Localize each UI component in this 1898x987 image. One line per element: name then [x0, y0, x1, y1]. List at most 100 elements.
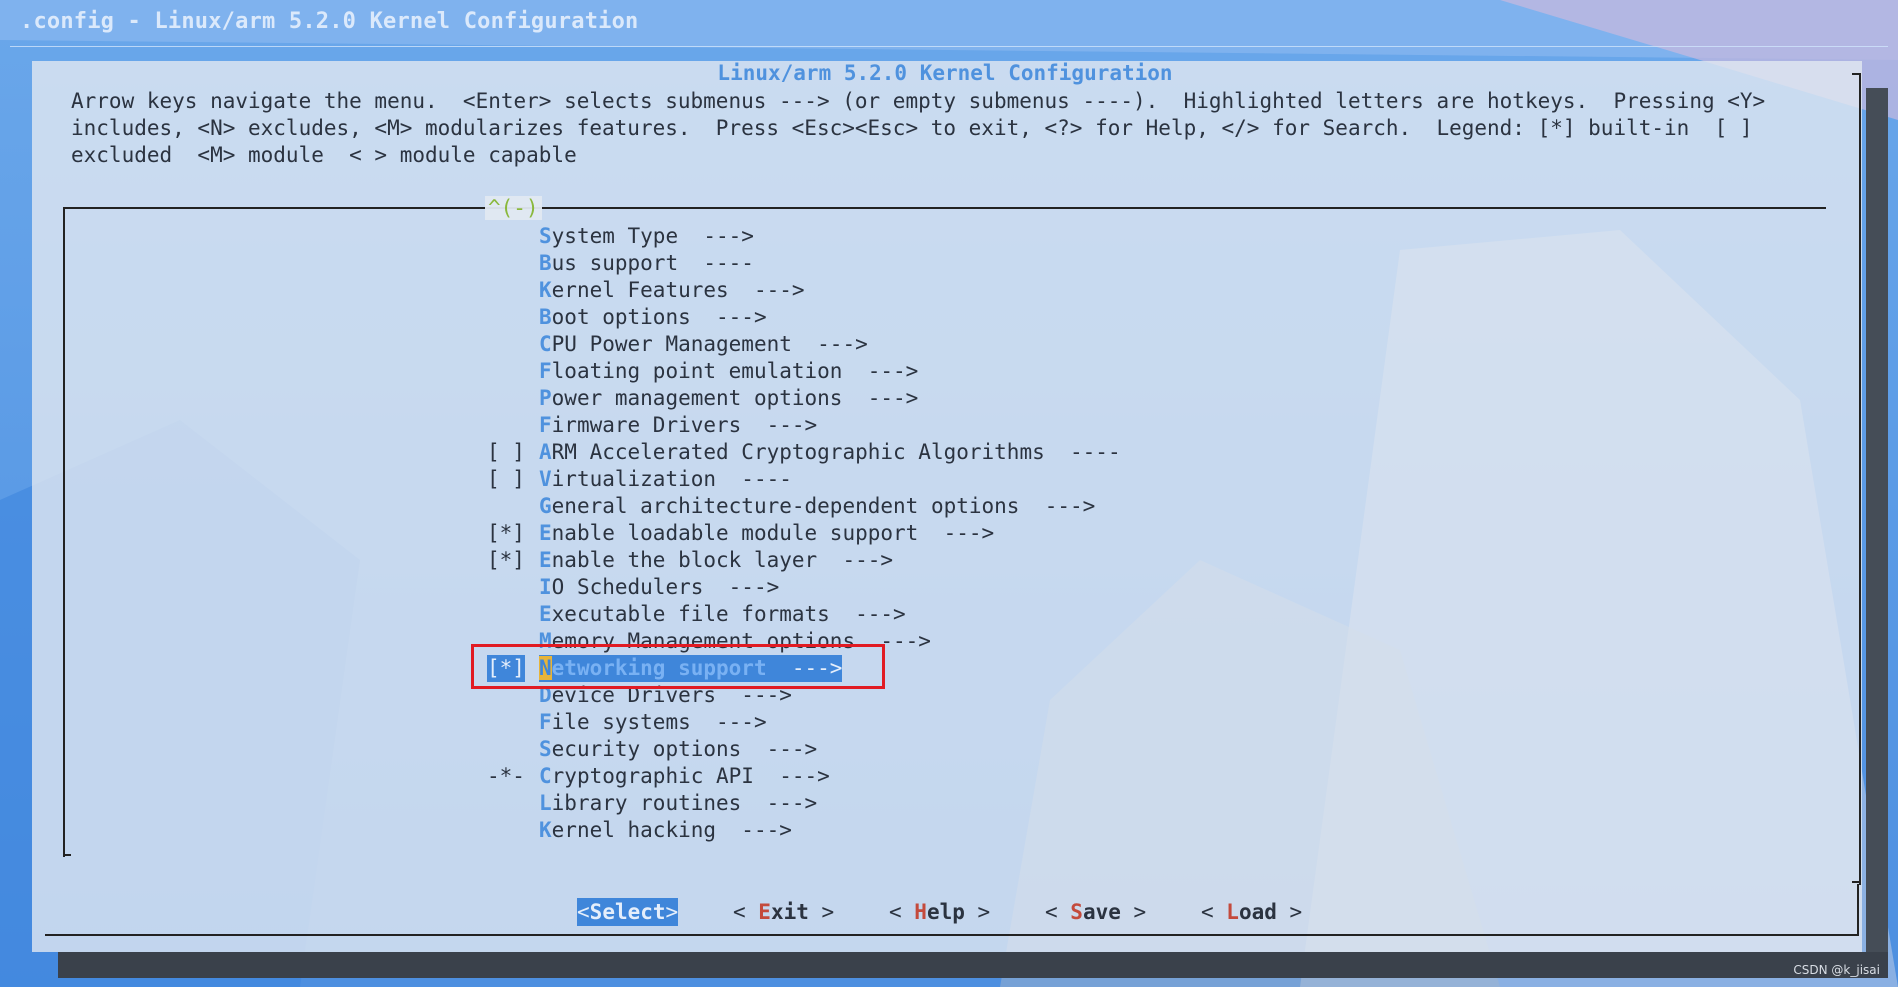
menu-item-text: eneral architecture-dependent options --…	[551, 494, 1096, 518]
menu-item-hotkey: S	[539, 737, 552, 761]
menu-item-label: Cryptographic API --->	[539, 763, 830, 790]
menu-item[interactable]: File systems --->	[0, 709, 1200, 736]
button-bracket-right: >	[1276, 900, 1303, 924]
menu-item-hotkey: P	[539, 386, 552, 410]
dialog-frame-right	[1852, 73, 1861, 885]
button-save[interactable]: < Save >	[1045, 898, 1146, 926]
button-label: oad	[1238, 900, 1277, 924]
button-label: elect	[602, 900, 666, 924]
button-bar: <Select> < Exit > < Help > < Save > < Load >	[0, 898, 1898, 926]
menu-item[interactable]: General architecture-dependent options -…	[0, 493, 1200, 520]
button-exit[interactable]: < Exit >	[733, 898, 834, 926]
button-label: elp	[926, 900, 965, 924]
menu-item[interactable]: IO Schedulers --->	[0, 574, 1200, 601]
menu-item-hotkey: E	[539, 521, 552, 545]
menu-item[interactable]: Kernel Features --->	[0, 277, 1200, 304]
highlight-annotation-box	[471, 644, 885, 689]
menu-item[interactable]: [*] Enable the block layer --->	[0, 547, 1200, 574]
menu-item-text: PU Power Management --->	[551, 332, 868, 356]
menu-item-text: xecutable file formats --->	[551, 602, 906, 626]
button-hotkey: S	[1070, 900, 1083, 924]
menu-item-hotkey: B	[539, 305, 552, 329]
menu-item-label: Library routines --->	[539, 790, 817, 817]
menu-item-label: IO Schedulers --->	[539, 574, 779, 601]
menu-item-hotkey: F	[539, 413, 552, 437]
button-hotkey: L	[1226, 900, 1239, 924]
menu-item-label: Security options --->	[539, 736, 817, 763]
button-help[interactable]: < Help >	[889, 898, 990, 926]
dialog-heading: Linux/arm 5.2.0 Kernel Configuration	[717, 61, 1173, 85]
menu-item-text: ernel Features --->	[551, 278, 805, 302]
menu-box-bottom-tick	[63, 854, 71, 856]
menu-item[interactable]: Executable file formats --->	[0, 601, 1200, 628]
menu-item-label: General architecture-dependent options -…	[539, 493, 1095, 520]
dialog-frame-tick	[1852, 881, 1860, 883]
menu-item-text: irtualization ----	[551, 467, 792, 491]
menu-item-flag: [*]	[487, 521, 525, 545]
menu-item-label: System Type --->	[539, 223, 754, 250]
menu-item-label: Floating point emulation --->	[539, 358, 918, 385]
menu-item-text: ryptographic API --->	[551, 764, 830, 788]
button-bracket-left: <	[1201, 900, 1227, 924]
menu-item-label: Kernel Features --->	[539, 277, 805, 304]
button-bracket-left: <	[1045, 900, 1071, 924]
dialog-shadow-right	[1866, 88, 1888, 953]
menu-item-hotkey: E	[539, 548, 552, 572]
help-text: Arrow keys navigate the menu. <Enter> se…	[71, 89, 1766, 167]
menu-item-label: File systems --->	[539, 709, 767, 736]
menu-item-hotkey: I	[539, 575, 552, 599]
menu-item-text: ower management options --->	[551, 386, 919, 410]
menu-item-label: Power management options --->	[539, 385, 918, 412]
menu-item-label: Enable loadable module support --->	[539, 520, 994, 547]
menu-item-flag: [*]	[487, 548, 525, 572]
menu-item-text: irmware Drivers --->	[551, 413, 818, 437]
menu-item[interactable]: CPU Power Management --->	[0, 331, 1200, 358]
menu-item[interactable]: [*] Enable loadable module support --->	[0, 520, 1200, 547]
menu-item[interactable]: [ ] ARM Accelerated Cryptographic Algorit…	[0, 439, 1200, 466]
button-bracket-left: <	[733, 900, 759, 924]
menu-item-text: oot options --->	[551, 305, 767, 329]
window-title: .config - Linux/arm 5.2.0 Kernel Configu…	[20, 9, 639, 34]
menu-item-hotkey: V	[539, 467, 552, 491]
menu-item-text: ystem Type --->	[551, 224, 754, 248]
menu-item-label: Firmware Drivers --->	[539, 412, 817, 439]
button-select[interactable]: <Select>	[577, 898, 679, 926]
menu-item-hotkey: E	[539, 602, 552, 626]
menu-item[interactable]: Floating point emulation --->	[0, 358, 1200, 385]
dialog-shadow-bottom	[58, 952, 1888, 978]
menu-item-hotkey: G	[539, 494, 552, 518]
menu-item[interactable]: -*- Cryptographic API --->	[0, 763, 1200, 790]
menu-item-label: Bus support ----	[539, 250, 754, 277]
button-bracket-right: >	[808, 900, 835, 924]
menu-item-hotkey: S	[539, 224, 552, 248]
menu-item[interactable]: Library routines --->	[0, 790, 1200, 817]
menu-item-hotkey: C	[539, 332, 552, 356]
watermark: CSDN @k_jisai	[1793, 963, 1880, 977]
menu-item[interactable]: Security options --->	[0, 736, 1200, 763]
menu-item-label: Enable the block layer --->	[539, 547, 893, 574]
menu-item-text: RM Accelerated Cryptographic Algorithms …	[551, 440, 1121, 464]
menu-item-hotkey: C	[539, 764, 552, 788]
dialog-frame-bottom	[45, 934, 1859, 936]
menu-item[interactable]: Boot options --->	[0, 304, 1200, 331]
button-bracket-left: <	[889, 900, 915, 924]
button-load[interactable]: < Load >	[1201, 898, 1302, 926]
menu-item-text: ibrary routines --->	[551, 791, 818, 815]
menu-item[interactable]: Bus support ----	[0, 250, 1200, 277]
menu-item[interactable]: Kernel hacking --->	[0, 817, 1200, 844]
menu-item-hotkey: L	[539, 791, 552, 815]
menu-item-text: loating point emulation --->	[551, 359, 919, 383]
menu-item[interactable]: System Type --->	[0, 223, 1200, 250]
menu-item-label: Kernel hacking --->	[539, 817, 792, 844]
menu-item-flag: -*-	[487, 764, 525, 788]
menu-item-text: ecurity options --->	[551, 737, 818, 761]
menu-item[interactable]: Power management options --->	[0, 385, 1200, 412]
menu-item-text: nable loadable module support --->	[551, 521, 995, 545]
menu-item-text: nable the block layer --->	[551, 548, 894, 572]
button-bracket-right: >	[964, 900, 991, 924]
scroll-up-indicator: ^(-)	[485, 196, 542, 220]
menu-item[interactable]: [ ] Virtualization ----	[0, 466, 1200, 493]
menu-item-label: ARM Accelerated Cryptographic Algorithms…	[539, 439, 1121, 466]
menu-item[interactable]: Firmware Drivers --->	[0, 412, 1200, 439]
button-bracket-left: <	[577, 900, 590, 924]
